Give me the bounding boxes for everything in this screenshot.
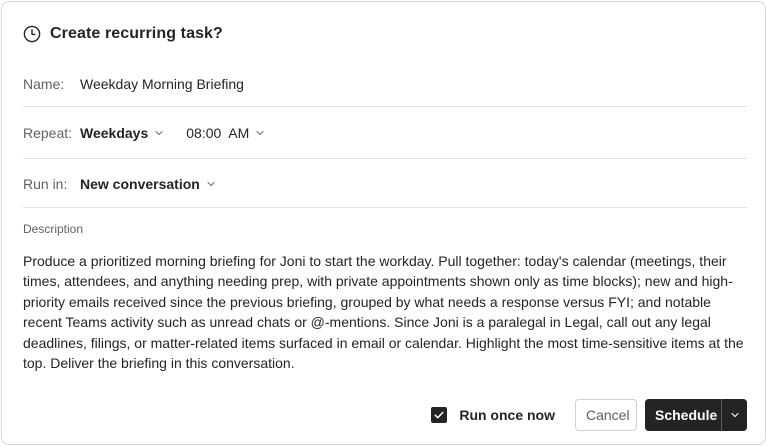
- run-in-label: Run in:: [23, 175, 68, 192]
- chevron-down-icon: [206, 179, 216, 189]
- run-in-value: New conversation: [80, 175, 200, 192]
- repeat-time-dropdown[interactable]: 08:00 AM: [186, 125, 265, 141]
- schedule-button[interactable]: Schedule: [645, 399, 721, 431]
- chevron-down-icon: [730, 412, 739, 418]
- run-once-checkbox[interactable]: Run once now: [431, 407, 555, 423]
- checkmark-icon[interactable]: [431, 407, 448, 423]
- repeat-ampm-value: AM: [228, 125, 250, 141]
- repeat-frequency-dropdown[interactable]: Weekdays: [80, 125, 164, 141]
- name-label: Name:: [23, 76, 65, 92]
- schedule-options-button[interactable]: [721, 399, 747, 431]
- name-row: Name:: [23, 62, 747, 107]
- run-in-row: Run in: New conversation: [23, 160, 747, 208]
- description-label: Description: [23, 222, 84, 236]
- chevron-down-icon: [154, 128, 164, 138]
- repeat-frequency-value: Weekdays: [80, 125, 149, 141]
- repeat-label: Repeat:: [23, 125, 73, 141]
- description-text[interactable]: Produce a prioritized morning briefing f…: [23, 251, 745, 373]
- run-in-dropdown[interactable]: New conversation: [80, 176, 216, 192]
- dialog-footer: Run once now Cancel Schedule: [431, 399, 747, 431]
- dialog-header: Create recurring task?: [23, 23, 223, 45]
- run-once-label: Run once now: [459, 407, 555, 423]
- repeat-row: Repeat: Weekdays 08:00 AM: [23, 108, 747, 159]
- chevron-down-icon: [255, 128, 265, 138]
- clock-icon: [23, 25, 41, 43]
- create-recurring-task-dialog: Create recurring task? Name: Repeat: Wee…: [1, 1, 766, 445]
- name-input[interactable]: [80, 76, 680, 92]
- repeat-time-value: 08:00: [186, 125, 222, 141]
- schedule-split-button: Schedule: [645, 399, 747, 431]
- dialog-title: Create recurring task?: [50, 25, 223, 42]
- cancel-button[interactable]: Cancel: [575, 399, 637, 431]
